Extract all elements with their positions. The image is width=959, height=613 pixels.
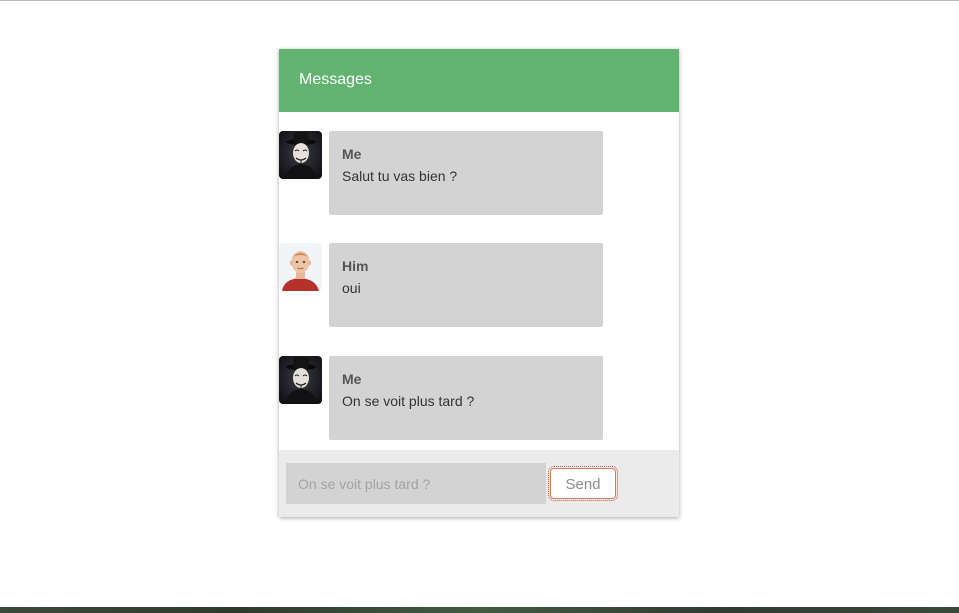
masked-man-avatar: [279, 131, 322, 179]
send-button[interactable]: Send: [548, 466, 618, 501]
masked-man-avatar: [279, 356, 322, 404]
message-bubble: Me On se voit plus tard ?: [329, 356, 603, 440]
chat-header: Messages: [279, 49, 679, 112]
message-bubble: Him oui: [329, 243, 603, 327]
message-item: Me On se voit plus tard ?: [279, 356, 679, 440]
chat-title: Messages: [299, 71, 372, 88]
message-text: Salut tu vas bien ?: [342, 168, 458, 184]
message-author: Me: [342, 371, 362, 387]
composer-bar: Send: [279, 450, 679, 517]
message-item: Me Salut tu vas bien ?: [279, 131, 679, 215]
message-text: oui: [342, 280, 361, 296]
window-top-border: [0, 0, 959, 1]
boy-avatar: [279, 243, 322, 291]
message-author: Him: [342, 258, 369, 274]
message-input[interactable]: [286, 463, 546, 504]
message-text: On se voit plus tard ?: [342, 393, 475, 409]
message-author: Me: [342, 146, 362, 162]
message-item: Him oui: [279, 243, 679, 327]
desktop-background-strip: [0, 607, 959, 613]
chat-panel: Messages Me Salut tu vas bien ? Him oui …: [279, 49, 679, 517]
message-bubble: Me Salut tu vas bien ?: [329, 131, 603, 215]
